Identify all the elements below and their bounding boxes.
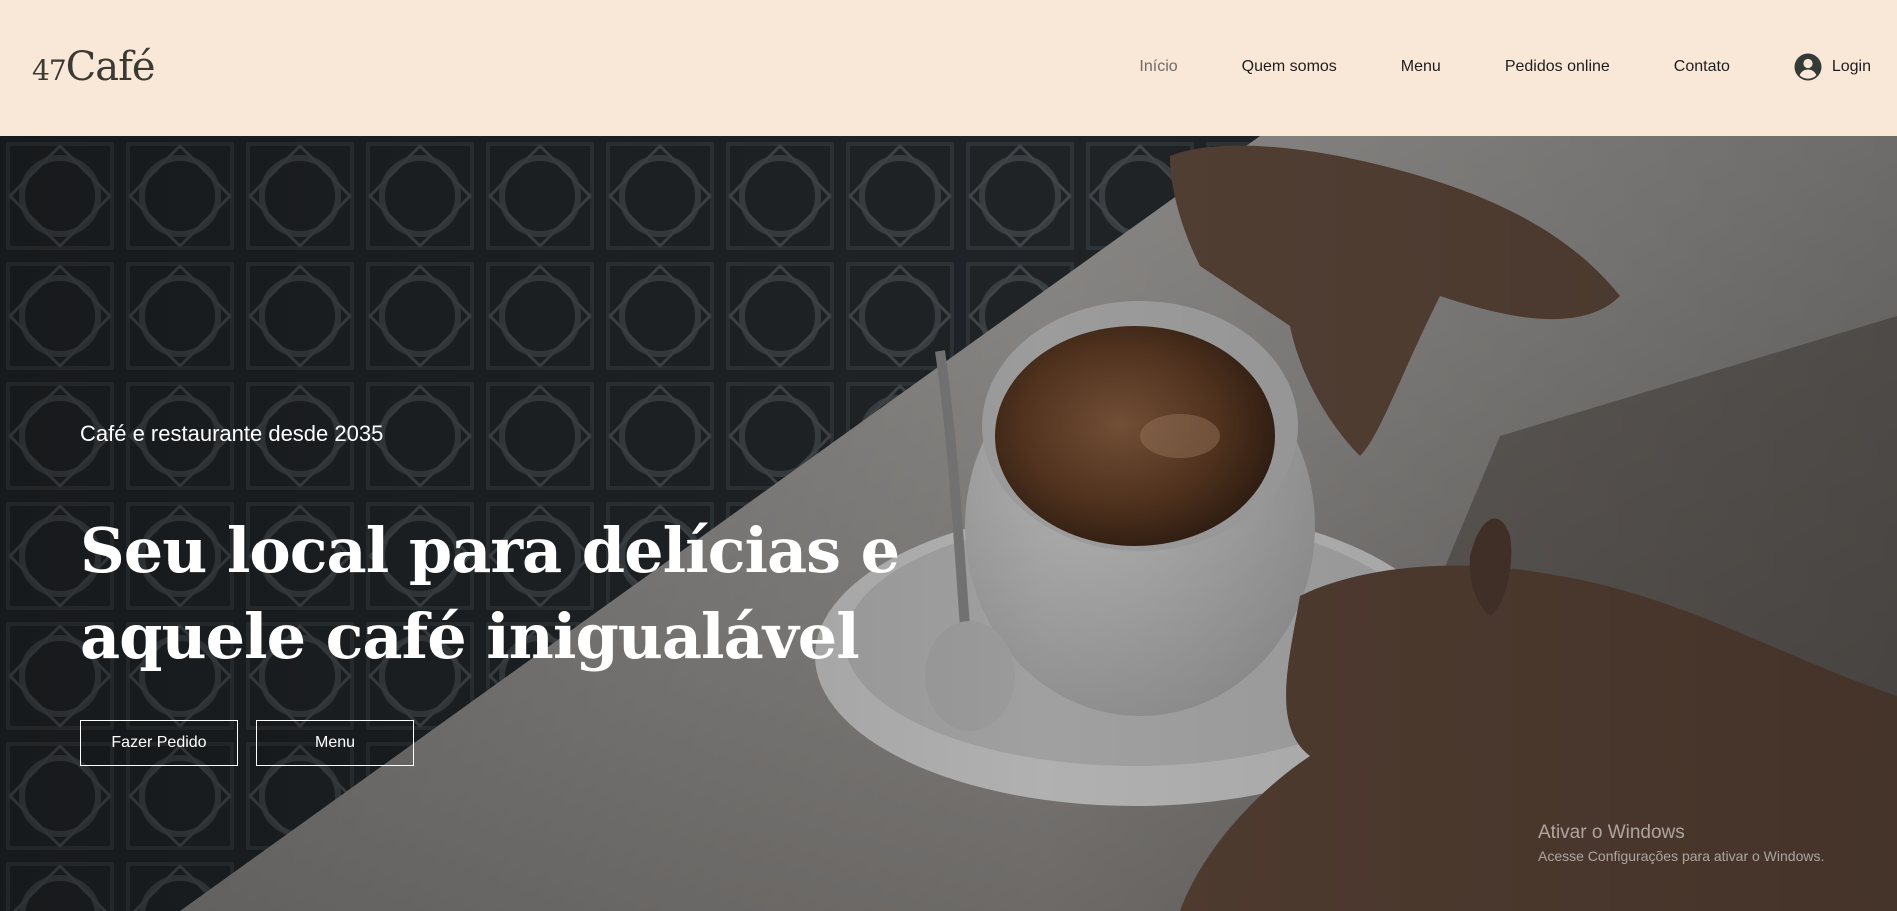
logo-word: Café — [65, 44, 156, 90]
nav-item-inicio[interactable]: Início — [1139, 58, 1177, 76]
order-button[interactable]: Fazer Pedido — [80, 720, 238, 766]
nav-item-contato[interactable]: Contato — [1674, 58, 1730, 76]
site-header: 47Café Início Quem somos Menu Pedidos on… — [0, 0, 1897, 136]
nav-item-pedidos-online[interactable]: Pedidos online — [1505, 58, 1610, 76]
logo-number: 47 — [32, 54, 67, 87]
menu-button[interactable]: Menu — [256, 720, 414, 766]
nav-item-quem-somos[interactable]: Quem somos — [1242, 58, 1337, 76]
user-circle-icon — [1794, 53, 1822, 81]
windows-activation-watermark: Ativar o Windows Acesse Configurações pa… — [1538, 822, 1824, 864]
main-nav: Início Quem somos Menu Pedidos online Co… — [1075, 53, 1897, 81]
watermark-title: Ativar o Windows — [1538, 822, 1685, 843]
login-label: Login — [1831, 58, 1871, 75]
login-button[interactable]: Login — [1794, 53, 1871, 81]
nav-item-menu[interactable]: Menu — [1401, 58, 1441, 76]
watermark-subtitle: Acesse Configurações para ativar o Windo… — [1538, 848, 1825, 864]
hero-headline: Seu local para delícias e aquele café in… — [80, 514, 900, 673]
hero-section: Café e restaurante desde 2035 Seu local … — [0, 136, 1897, 911]
hero-subtitle: Café e restaurante desde 2035 — [80, 421, 384, 446]
site-logo[interactable]: 47Café — [32, 44, 156, 90]
